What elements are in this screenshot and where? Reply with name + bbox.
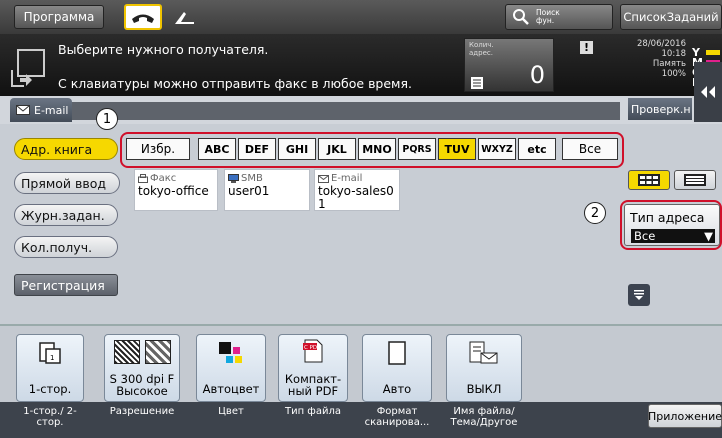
svg-text:1: 1: [50, 354, 54, 362]
resolution-icon: [113, 340, 171, 364]
destination-card[interactable]: E-mail tokyo-sales01: [314, 169, 400, 211]
date-text: 28/06/2016: [637, 39, 686, 49]
function-bar: 1 1-стор. 1-стор./ 2-стор. S 300 dpi F В…: [0, 324, 722, 438]
list-icon: [471, 77, 483, 89]
index-wxyz[interactable]: WXYZ: [478, 138, 516, 160]
index-abc[interactable]: ABC: [198, 138, 236, 160]
page-icon: [388, 341, 406, 365]
index-ghi[interactable]: GHI: [278, 138, 316, 160]
envelope-icon: [16, 105, 30, 115]
memory-label: Память: [652, 59, 686, 69]
computer-icon: [228, 174, 239, 183]
tab-email-label: E-mail: [34, 103, 69, 117]
fax-mode-button[interactable]: [124, 4, 162, 30]
file-name-button[interactable]: ВЫКЛ: [446, 334, 522, 402]
message-bar: Выберите нужного получателя. С клавиатур…: [0, 34, 722, 96]
status-block: 28/06/2016 10:18 Память 100%: [624, 39, 686, 79]
duplex-button[interactable]: 1 1-стор.: [16, 334, 84, 402]
file-name-value: ВЫКЛ: [466, 382, 502, 396]
file-type-value: Компакт- ный PDF: [284, 372, 342, 398]
message-line-1: Выберите нужного получателя.: [58, 42, 269, 57]
callout-1: 1: [96, 108, 118, 130]
callout-2: 2: [584, 202, 606, 224]
collapse-panel-button[interactable]: [694, 62, 722, 122]
document-mail-icon: [469, 341, 498, 364]
scan-mode-button[interactable]: [168, 6, 202, 28]
sidebar-item-recipient-count[interactable]: Кол.получ.: [14, 236, 118, 258]
pdf-file-icon: C PDF: [303, 339, 323, 363]
index-pqrs[interactable]: PQRS: [398, 138, 436, 160]
address-type-value-text: Все: [634, 229, 656, 243]
scroll-down-button[interactable]: [628, 284, 650, 306]
duplex-label: 1-стор./ 2-стор.: [23, 406, 77, 428]
file-type-button[interactable]: C PDF Компакт- ный PDF: [278, 334, 348, 402]
tab-email[interactable]: E-mail: [10, 98, 72, 122]
check-details-button[interactable]: Проверк.н: [628, 98, 692, 120]
destination-name: tokyo-sales01: [318, 184, 394, 211]
destination-card[interactable]: SMB user01: [224, 169, 310, 211]
fax-icon: [138, 174, 148, 183]
address-type-value: Все ▼: [631, 229, 715, 243]
search-button[interactable]: Поиск фун.: [505, 4, 613, 30]
sidebar-item-address-book[interactable]: Адр. книга: [14, 138, 118, 160]
search-label: Поиск фун.: [536, 8, 560, 25]
count-label: Колич. адрес.: [469, 41, 494, 57]
file-type-label: Тип файла: [284, 406, 342, 417]
address-entry-field[interactable]: [72, 102, 620, 120]
scroll-down-icon: [634, 290, 644, 300]
file-name-label: Имя файла/ Тема/Другое: [450, 406, 518, 428]
color-value: Автоцвет: [202, 382, 260, 396]
phone-icon: [132, 14, 154, 23]
address-count-box: Колич. адрес. 0: [464, 38, 554, 92]
address-type-label: Тип адреса: [630, 210, 705, 225]
sidebar-item-direct-input[interactable]: Прямой ввод: [14, 172, 120, 194]
duplex-value: 1-стор.: [28, 382, 72, 396]
destination-card[interactable]: Факс tokyo-office: [134, 169, 218, 211]
double-chevron-left-icon: [701, 86, 715, 98]
destination-name: tokyo-office: [138, 184, 209, 198]
index-etc[interactable]: etc: [518, 138, 556, 160]
resolution-label: Разрешение: [109, 406, 175, 417]
sidebar-item-job-log[interactable]: Журн.задан.: [14, 204, 118, 226]
address-book-panel: Адр. книга Прямой ввод Журн.задан. Кол.п…: [0, 108, 722, 324]
index-jkl[interactable]: JKL: [318, 138, 356, 160]
register-button[interactable]: Регистрация: [14, 274, 118, 296]
svg-text:C PDF: C PDF: [304, 345, 320, 351]
notice-icon: !: [580, 41, 593, 54]
destination-name: user01: [228, 184, 270, 198]
index-mno[interactable]: MNO: [358, 138, 396, 160]
grid-view-button[interactable]: [628, 170, 670, 190]
index-def[interactable]: DEF: [238, 138, 276, 160]
index-all[interactable]: Все: [562, 138, 618, 160]
resolution-value: S 300 dpi F Высокое: [109, 372, 175, 398]
program-button[interactable]: Программа: [14, 5, 104, 29]
scan-size-button[interactable]: Авто: [362, 334, 432, 402]
count-value: 0: [529, 61, 545, 89]
list-icon: [684, 174, 706, 186]
scan-size-value: Авто: [382, 382, 412, 396]
chevron-down-icon: ▼: [704, 229, 713, 243]
job-list-button[interactable]: СписокЗаданий: [620, 4, 722, 30]
time-text: 10:18: [661, 49, 687, 59]
handset-icon: [175, 12, 194, 24]
single-sided-icon: 1: [39, 342, 61, 364]
fax-document-icon: [11, 49, 45, 87]
top-bar: Программа Поиск фун. СписокЗаданий: [0, 0, 722, 34]
color-label: Цвет: [218, 406, 244, 417]
color-button[interactable]: Автоцвет: [196, 334, 266, 402]
search-icon: [513, 9, 529, 25]
scan-size-label: Формат сканирова...: [364, 406, 430, 428]
list-view-button[interactable]: [674, 170, 716, 190]
grid-icon: [638, 174, 660, 186]
index-tuv[interactable]: TUV: [438, 138, 476, 160]
memory-value: 100%: [661, 69, 686, 79]
application-button[interactable]: Приложение: [648, 404, 722, 428]
color-squares-icon: [219, 342, 242, 363]
envelope-icon: [318, 174, 329, 183]
index-favorites[interactable]: Избр.: [126, 138, 190, 160]
message-line-2: С клавиатуры можно отправить факс в любо…: [58, 76, 412, 91]
toner-bar-yellow: [706, 50, 720, 55]
address-type-select[interactable]: Тип адреса Все ▼: [624, 204, 720, 246]
resolution-button[interactable]: S 300 dpi F Высокое: [104, 334, 180, 402]
